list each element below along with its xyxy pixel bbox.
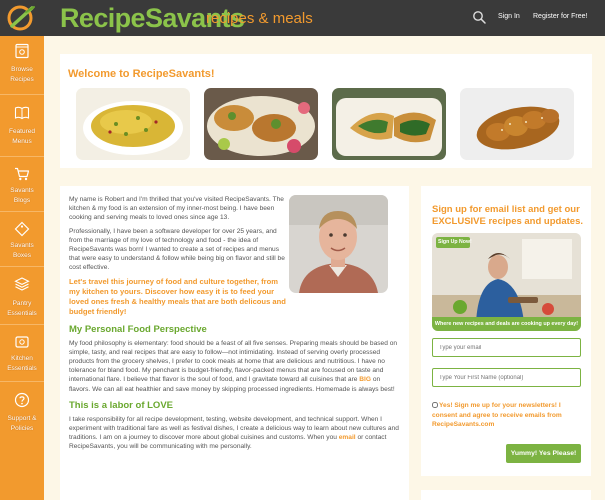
bio-paragraph-intro: My name is Robert and I'm thrilled that … <box>69 196 284 222</box>
sidebar-nav: Browse Recipes Featured Menus Savants Bl… <box>0 36 44 500</box>
register-link[interactable]: Register for Free! <box>533 12 587 22</box>
consent-checkbox[interactable] <box>432 402 438 408</box>
sidebar-item-support-policies[interactable]: Support & Policies <box>0 383 44 441</box>
stove-icon <box>15 336 29 348</box>
section-heading-food-perspective: My Personal Food Perspective <box>69 323 207 335</box>
bio-highlight: Let's travel this journey of food and cu… <box>69 276 286 316</box>
secondary-panel <box>421 490 591 500</box>
welcome-panel: Welcome to RecipeSavants! <box>60 54 592 168</box>
bio-paragraph-philosophy: My food philosophy is elementary: food s… <box>69 339 400 394</box>
sidebar-item-label: Savants Blogs <box>10 187 34 204</box>
promo-caption: Where new recipes and deals are cooking … <box>434 321 579 327</box>
email-link[interactable]: email <box>339 434 356 441</box>
sidebar-item-savants-blogs[interactable]: Savants Blogs <box>0 158 44 212</box>
consent-text: Yes! Sign me up for your newsletters! I … <box>432 402 562 428</box>
recipe-book-icon <box>15 43 29 59</box>
sidebar-item-label: Browse Recipes <box>10 66 34 83</box>
newsletter-panel: Sign up for email list and get our EXCLU… <box>421 186 591 476</box>
fish-tacos-photo[interactable] <box>204 88 318 160</box>
sidebar-item-kitchen-essentials[interactable]: Kitchen Essentials <box>0 326 44 382</box>
bio-paragraph-responsibility: I take responsibility for all recipe dev… <box>69 415 400 452</box>
section-heading-labor-of-love: This is a labor of LOVE <box>69 399 173 411</box>
layers-icon <box>14 277 30 291</box>
spinach-pie-photo[interactable] <box>332 88 446 160</box>
sidebar-item-browse-recipes[interactable]: Browse Recipes <box>0 36 44 95</box>
sidebar-item-label: Savants Boxes <box>10 242 34 259</box>
tag-icon <box>14 221 30 237</box>
braided-bread-photo[interactable] <box>460 88 574 160</box>
sidebar-item-label: Kitchen Essentials <box>7 355 37 372</box>
shopping-cart-icon <box>15 167 30 181</box>
sign-in-link[interactable]: Sign In <box>498 12 520 22</box>
rice-pilaf-photo[interactable] <box>76 88 190 160</box>
newsletter-title: Sign up for email list and get our EXCLU… <box>432 204 583 227</box>
search-icon[interactable] <box>472 10 487 25</box>
bio-text: My food philosophy is elementary: food s… <box>69 339 398 384</box>
sidebar-item-label: Pantry Essentials <box>7 300 37 317</box>
email-field[interactable] <box>432 338 581 357</box>
logo-subtitle: recipes & meals <box>206 10 313 27</box>
site-header: RecipeSavants recipes & meals Sign In Re… <box>0 0 605 36</box>
welcome-title: Welcome to RecipeSavants! <box>68 68 215 80</box>
big-emphasis: BIG <box>359 376 372 384</box>
newsletter-promo-image: Sign Up Now! Where new recipes and deals… <box>432 233 581 331</box>
sidebar-item-label: Featured Menus <box>8 128 36 145</box>
sidebar-item-featured-menus[interactable]: Featured Menus <box>0 96 44 157</box>
menu-book-icon <box>14 106 30 120</box>
consent-label[interactable]: Yes! Sign me up for your newsletters! I … <box>432 401 582 430</box>
help-icon <box>14 392 30 408</box>
sidebar-item-pantry-essentials[interactable]: Pantry Essentials <box>0 268 44 325</box>
author-portrait <box>289 195 388 293</box>
bio-paragraph-career: Professionally, I have been a software d… <box>69 227 285 272</box>
first-name-field[interactable] <box>432 368 581 387</box>
logo-icon[interactable] <box>4 4 40 32</box>
promo-badge: Sign Up Now! <box>438 239 472 245</box>
sidebar-item-savants-boxes[interactable]: Savants Boxes <box>0 213 44 267</box>
sidebar-item-label: Support & Policies <box>7 415 37 432</box>
subscribe-button[interactable]: Yummy! Yes Please! <box>506 444 581 463</box>
